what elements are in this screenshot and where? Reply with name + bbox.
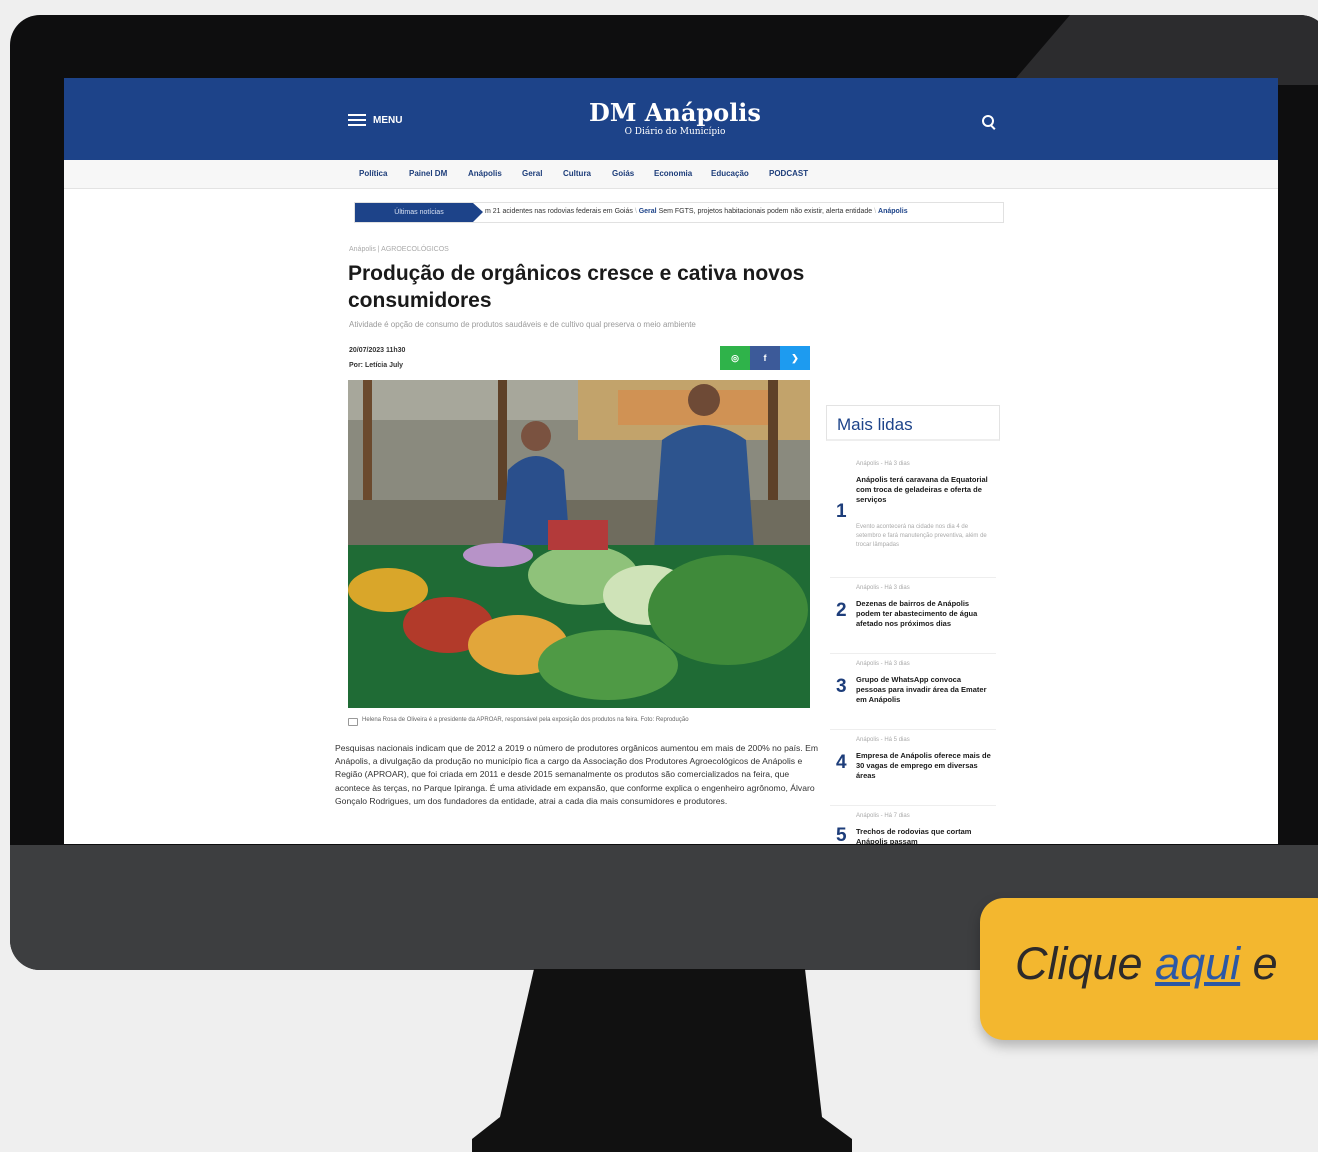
site-header: MENU DM Anápolis O Diário do Município bbox=[64, 78, 1278, 160]
most-read-rank: 4 bbox=[836, 752, 847, 773]
news-ticker: Últimas notícias m 21 acidentes nas rodo… bbox=[354, 202, 1004, 223]
most-read-meta: Anápolis - Há 3 dias bbox=[856, 661, 910, 667]
most-read-meta: Anápolis - Há 3 dias bbox=[856, 585, 910, 591]
ticker-label: Últimas notícias bbox=[355, 203, 483, 222]
brand-tagline: O Diário do Município bbox=[624, 127, 726, 137]
monitor-stand bbox=[472, 969, 852, 1152]
nav-item-politica[interactable]: Política bbox=[359, 169, 387, 178]
most-read-rank: 3 bbox=[836, 676, 847, 697]
nav-item-cultura[interactable]: Cultura bbox=[563, 169, 591, 178]
most-read-item[interactable]: Anápolis - Há 3 dias 3 Grupo de WhatsApp… bbox=[830, 659, 996, 730]
ticker-item-text[interactable]: Sem FGTS, projetos habitacionais podem n… bbox=[659, 208, 873, 215]
photo-caption: Helena Rosa de Oliveira é a presidente d… bbox=[348, 716, 782, 726]
search-icon[interactable] bbox=[982, 115, 994, 127]
most-read-headline[interactable]: Empresa de Anápolis oferece mais de 30 v… bbox=[856, 751, 992, 781]
nav-item-educacao[interactable]: Educação bbox=[711, 169, 749, 178]
cta-link[interactable]: aqui bbox=[1155, 938, 1240, 989]
most-read-rank: 1 bbox=[836, 501, 847, 522]
most-read-meta: Anápolis - Há 7 dias bbox=[856, 813, 910, 819]
caption-text: Helena Rosa de Oliveira é a presidente d… bbox=[362, 717, 689, 723]
most-read-headline[interactable]: Dezenas de bairros de Anápolis podem ter… bbox=[856, 599, 992, 629]
most-read-headline[interactable]: Grupo de WhatsApp convoca pessoas para i… bbox=[856, 675, 992, 705]
twitter-share-icon[interactable]: ❯ bbox=[780, 346, 810, 370]
ticker-item-category[interactable]: Geral bbox=[639, 208, 657, 215]
most-read-headline[interactable]: Trechos de rodovias que cortam Anápolis … bbox=[856, 827, 992, 844]
category-nav: Política Painel DM Anápolis Geral Cultur… bbox=[64, 160, 1278, 189]
ticker-text[interactable]: m 21 acidentes nas rodovias federais em … bbox=[485, 208, 908, 215]
most-read-rank: 5 bbox=[836, 825, 847, 844]
cta-banner[interactable]: Clique aqui e bbox=[980, 898, 1318, 1040]
most-read-title: Mais lidas bbox=[837, 415, 913, 434]
facebook-share-icon[interactable]: f bbox=[750, 346, 780, 370]
article-photo bbox=[348, 380, 810, 708]
most-read-item[interactable]: Anápolis - Há 7 dias 5 Trechos de rodovi… bbox=[830, 811, 996, 844]
article-subtitle: Atividade é opção de consumo de produtos… bbox=[349, 320, 696, 329]
market-stall-image bbox=[348, 380, 810, 708]
nav-item-goias[interactable]: Goiás bbox=[612, 169, 634, 178]
nav-item-anapolis[interactable]: Anápolis bbox=[468, 169, 502, 178]
most-read-item[interactable]: Anápolis - Há 3 dias 1 Anápolis terá car… bbox=[830, 453, 996, 578]
nav-item-economia[interactable]: Economia bbox=[654, 169, 692, 178]
cta-text: Clique aqui e bbox=[1015, 938, 1278, 990]
brand-name: DM Anápolis bbox=[589, 98, 761, 127]
menu-button[interactable]: MENU bbox=[373, 115, 402, 126]
most-read-header: Mais lidas bbox=[826, 405, 1000, 441]
cta-prefix: Clique bbox=[1015, 938, 1156, 989]
article-author: Por: Letícia July bbox=[349, 362, 404, 369]
most-read-item[interactable]: Anápolis - Há 5 dias 4 Empresa de Anápol… bbox=[830, 735, 996, 806]
most-read-rank: 2 bbox=[836, 600, 847, 621]
most-read-description: Evento acontecerá na cidade nos dia 4 de… bbox=[856, 524, 987, 548]
nav-item-geral[interactable]: Geral bbox=[522, 169, 542, 178]
nav-item-painel-dm[interactable]: Painel DM bbox=[409, 169, 447, 178]
article-body: Pesquisas nacionais indicam que de 2012 … bbox=[335, 743, 818, 806]
nav-item-podcast[interactable]: PODCAST bbox=[769, 169, 808, 178]
cta-suffix: e bbox=[1240, 938, 1278, 989]
website-screen: MENU DM Anápolis O Diário do Município P… bbox=[64, 78, 1278, 844]
most-read-widget: Mais lidas Anápolis - Há 3 dias 1 Anápol… bbox=[826, 405, 1000, 844]
camera-icon bbox=[348, 718, 358, 726]
publish-date: 20/07/2023 11h30 bbox=[349, 347, 406, 354]
most-read-item[interactable]: Anápolis - Há 3 dias 2 Dezenas de bairro… bbox=[830, 583, 996, 654]
most-read-headline[interactable]: Anápolis terá caravana da Equatorial com… bbox=[856, 475, 992, 505]
article-title: Produção de orgânicos cresce e cativa no… bbox=[348, 262, 805, 312]
site-logo[interactable]: DM Anápolis O Diário do Município bbox=[550, 100, 800, 138]
most-read-meta: Anápolis - Há 5 dias bbox=[856, 737, 910, 743]
hamburger-icon[interactable] bbox=[348, 114, 366, 126]
most-read-meta: Anápolis - Há 3 dias bbox=[856, 461, 910, 467]
share-buttons: ◎ f ❯ bbox=[720, 346, 810, 370]
monitor-sheen bbox=[1010, 15, 1318, 85]
whatsapp-share-icon[interactable]: ◎ bbox=[720, 346, 750, 370]
breadcrumb[interactable]: Anápolis | AGROECOLÓGICOS bbox=[349, 246, 449, 253]
ticker-item-category[interactable]: Anápolis bbox=[878, 208, 908, 215]
ticker-item-text[interactable]: m 21 acidentes nas rodovias federais em … bbox=[485, 208, 633, 215]
